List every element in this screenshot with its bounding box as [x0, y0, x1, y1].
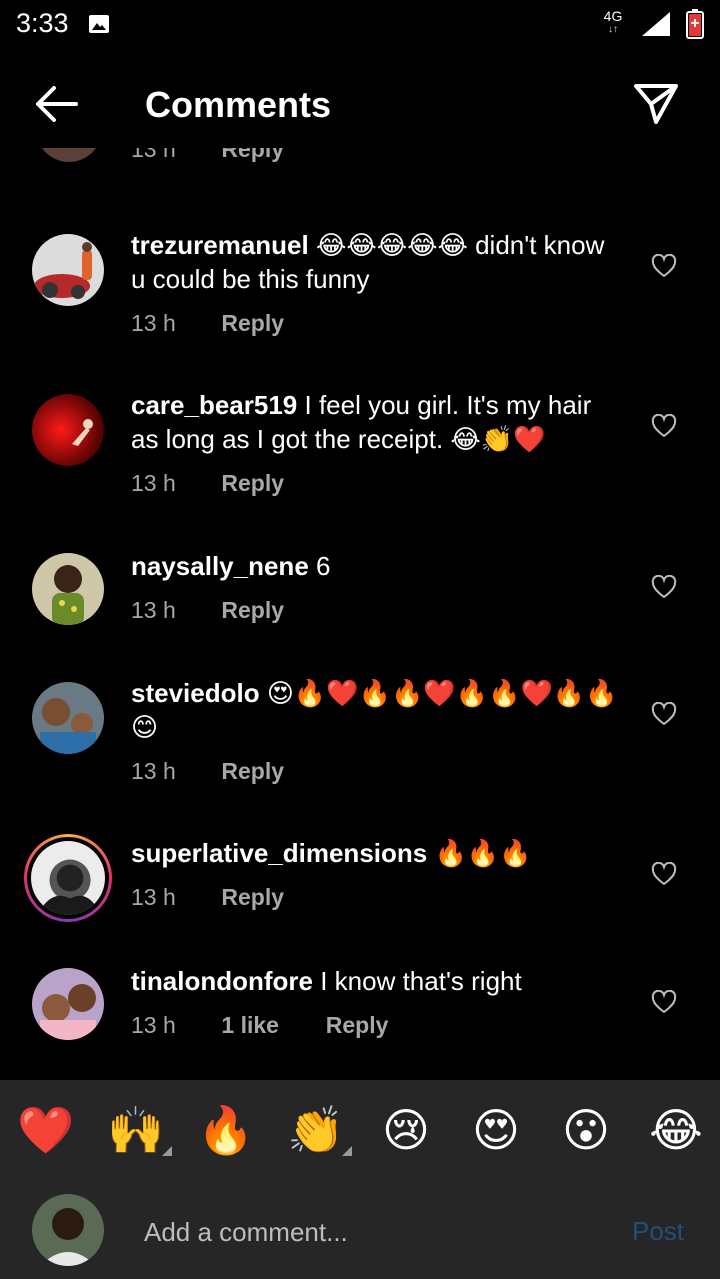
- reaction-raised-hands[interactable]: 🙌: [106, 1100, 172, 1160]
- avatar-image: [32, 234, 104, 306]
- reaction-fire[interactable]: 🔥: [196, 1100, 256, 1160]
- reaction-laughing[interactable]: 😂: [646, 1100, 706, 1160]
- comment-body: trezuremanuel 😂😂😂😂😂 didn't know u could …: [131, 228, 621, 296]
- comment-time: 13 h: [131, 884, 176, 910]
- avatar[interactable]: [32, 234, 104, 306]
- reaction-surprised[interactable]: 😮: [556, 1100, 616, 1160]
- data-arrows-icon: ↓↑: [608, 24, 618, 35]
- comment-meta: 13 h Reply: [131, 470, 284, 497]
- reaction-emoji: 🙌: [107, 1104, 165, 1156]
- like-heart-icon[interactable]: [651, 862, 677, 886]
- comment-text: 6: [316, 551, 331, 581]
- network-indicator: 4G ↓↑: [600, 9, 626, 37]
- avatar-image: [32, 968, 104, 1040]
- comment-composer: ❤️ 🙌 🔥 👏 😢 😍 😮 😂 Post: [0, 1080, 720, 1279]
- comment-time: 13 h: [131, 470, 176, 496]
- status-time: 3:33: [16, 8, 69, 38]
- comment-time: 13 h: [131, 597, 176, 623]
- avatar[interactable]: [32, 394, 104, 466]
- reaction-sad[interactable]: 😢: [376, 1100, 436, 1160]
- avatar[interactable]: [32, 968, 104, 1040]
- post-button[interactable]: Post: [632, 1216, 684, 1247]
- header: Comments: [0, 60, 720, 148]
- comment-time: 13 h: [131, 1012, 176, 1038]
- comment-meta: 13 h 1 like Reply: [131, 1012, 388, 1039]
- avatar-ring-inner: [27, 837, 109, 919]
- story-ring-avatar[interactable]: [24, 834, 112, 922]
- avatar: [36, 148, 102, 162]
- reaction-clap[interactable]: 👏: [286, 1100, 352, 1160]
- network-type: 4G: [603, 8, 623, 24]
- comment-username[interactable]: tinalondonfore: [131, 966, 313, 996]
- reaction-heart-eyes[interactable]: 😍: [466, 1100, 526, 1160]
- comment-text: I know that's right: [320, 966, 522, 996]
- quick-reactions-bar: ❤️ 🙌 🔥 👏 😢 😍 😮 😂: [0, 1100, 720, 1164]
- back-arrow-icon[interactable]: [32, 84, 80, 124]
- comment-body: care_bear519 I feel you girl. It's my ha…: [131, 388, 621, 456]
- partial-comment: 13 h Reply: [0, 148, 720, 176]
- like-heart-icon[interactable]: [651, 702, 677, 726]
- comment-text: 🔥🔥🔥: [434, 838, 532, 868]
- reply-button[interactable]: Reply: [221, 148, 284, 162]
- comment-username[interactable]: naysally_nene: [131, 551, 309, 581]
- reply-button[interactable]: Reply: [221, 597, 284, 624]
- comment-meta: 13 h Reply: [131, 597, 284, 624]
- comment-meta: 13 h Reply: [131, 310, 284, 337]
- reply-button[interactable]: Reply: [221, 884, 284, 911]
- comment-body: superlative_dimensions 🔥🔥🔥: [131, 836, 621, 870]
- like-heart-icon[interactable]: [651, 575, 677, 599]
- avatar-image: [32, 553, 104, 625]
- skin-tone-indicator: [342, 1146, 352, 1156]
- comment-username[interactable]: trezuremanuel: [131, 230, 309, 260]
- page-title: Comments: [145, 84, 332, 125]
- reply-button[interactable]: Reply: [221, 758, 284, 785]
- comment-meta: 13 h Reply: [131, 148, 284, 163]
- reaction-emoji: 👏: [287, 1104, 345, 1156]
- comment-body: naysally_nene 6: [131, 549, 621, 583]
- comment-body: steviedolo 😍🔥❤️🔥🔥❤️🔥🔥❤️🔥🔥😊: [131, 676, 621, 744]
- avatar-image: [31, 841, 105, 915]
- avatar-image: [32, 1194, 104, 1266]
- reply-button[interactable]: Reply: [326, 1012, 389, 1039]
- like-heart-icon[interactable]: [651, 254, 677, 278]
- reply-button[interactable]: Reply: [221, 470, 284, 497]
- comment-time: 13 h: [131, 758, 176, 784]
- status-bar: 3:33 4G ↓↑: [0, 0, 720, 48]
- comment-meta: 13 h Reply: [131, 884, 284, 911]
- avatar[interactable]: [32, 682, 104, 754]
- comment-username[interactable]: care_bear519: [131, 390, 297, 420]
- reply-button[interactable]: Reply: [221, 310, 284, 337]
- comment-like-count[interactable]: 1 like: [221, 1012, 319, 1039]
- avatar: [31, 841, 105, 915]
- avatar-image: [32, 682, 104, 754]
- my-avatar: [32, 1194, 104, 1266]
- reaction-heart[interactable]: ❤️: [16, 1100, 76, 1160]
- direct-message-icon[interactable]: [632, 82, 680, 126]
- skin-tone-indicator: [162, 1146, 172, 1156]
- comment-input-row: Post: [0, 1192, 720, 1272]
- comment-meta: 13 h Reply: [131, 758, 284, 785]
- like-heart-icon[interactable]: [651, 990, 677, 1014]
- comment-username[interactable]: superlative_dimensions: [131, 838, 427, 868]
- like-heart-icon[interactable]: [651, 414, 677, 438]
- gallery-notification-icon: [89, 15, 109, 33]
- comment-list[interactable]: 13 h Reply trezuremanuel 😂😂😂😂😂 didn't kn…: [0, 148, 720, 1080]
- signal-icon: [642, 12, 670, 36]
- battery-icon: [686, 9, 704, 39]
- comment-time: 13 h: [131, 310, 176, 336]
- avatar-image: [32, 394, 104, 466]
- comment-body: tinalondonfore I know that's right: [131, 964, 621, 998]
- comment-username[interactable]: steviedolo: [131, 678, 260, 708]
- comment-time: 13 h: [131, 148, 176, 162]
- add-comment-input[interactable]: [144, 1212, 604, 1252]
- avatar[interactable]: [32, 553, 104, 625]
